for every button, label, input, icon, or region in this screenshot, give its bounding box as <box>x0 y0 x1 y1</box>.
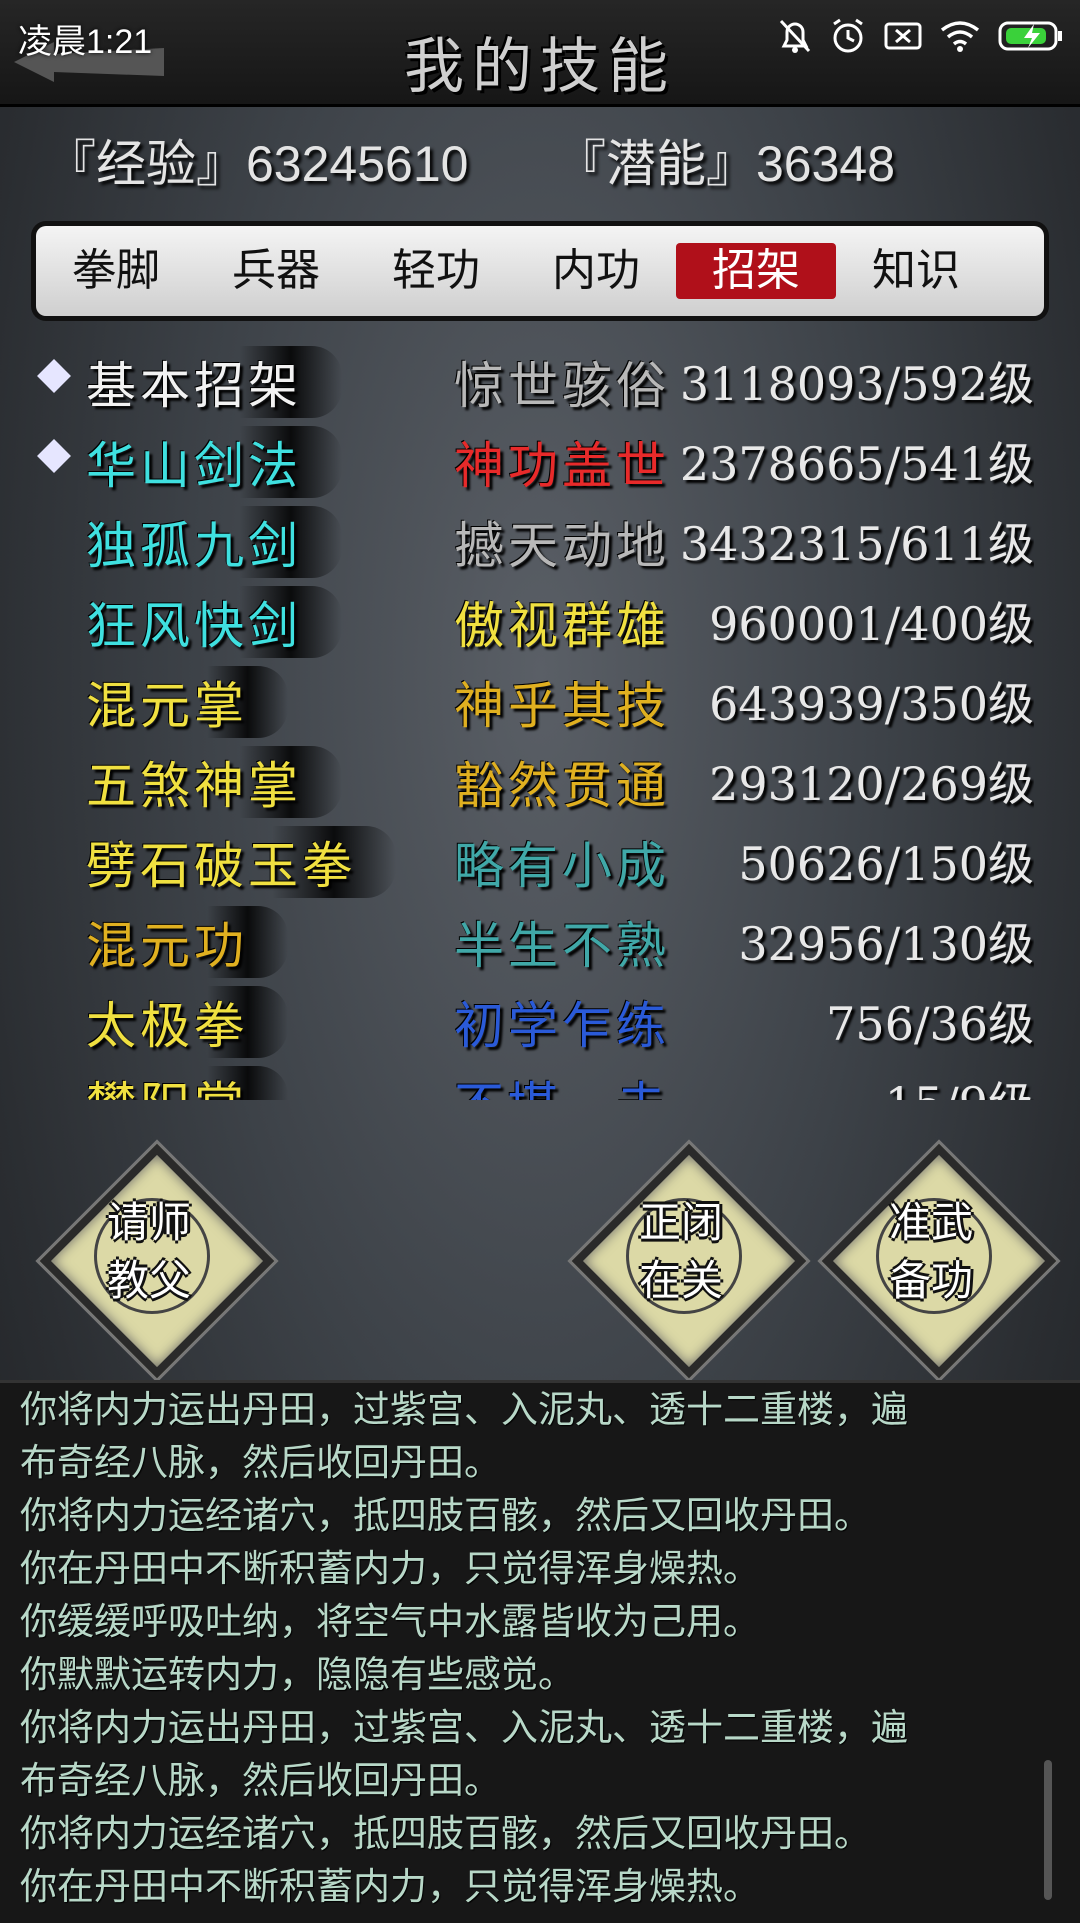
ask-teacher-label: 请师 教父 <box>106 1198 191 1305</box>
tab-fist[interactable]: 拳脚 <box>36 243 196 299</box>
skill-row[interactable]: 基本招架 惊世骇俗 3118093/592级 <box>34 340 1034 420</box>
skill-row[interactable]: 华山剑法 神功盖世 2378665/541级 <box>34 420 1034 500</box>
wifi-icon <box>940 21 980 52</box>
prepare-skill-button[interactable]: 准武 备功 <box>821 1143 1057 1379</box>
skill-level-name: 撼天动地 <box>454 517 670 575</box>
log-line: 你在丹田中不断积蓄内力，只觉得浑身燥热。 <box>20 1865 760 1908</box>
skill-progress: 50626/150级 <box>738 837 1034 891</box>
skill-progress: 15/9级 <box>885 1068 1034 1100</box>
skill-progress: 3118093/592级 <box>679 357 1034 411</box>
skill-row[interactable]: 混元掌 神乎其技 643939/350级 <box>34 660 1034 740</box>
battery-charging-icon <box>998 21 1062 51</box>
tab-parry[interactable]: 招架 <box>676 243 836 299</box>
ask-teacher-button[interactable]: 请师 教父 <box>39 1143 275 1379</box>
skill-category-tabs: 拳脚 兵器 轻功 内功 招架 知识 <box>36 226 1044 316</box>
tab-lightness[interactable]: 轻功 <box>356 243 516 299</box>
log-line: 你将内力运经诸穴，抵四肢百骸，然后又回收丹田。 <box>20 1494 871 1537</box>
skill-progress: 2378665/541级 <box>679 437 1034 491</box>
skill-name: 五煞神掌 <box>86 746 342 818</box>
skill-progress: 756/36级 <box>826 997 1034 1051</box>
no-sim-icon <box>884 22 922 50</box>
tab-weapon[interactable]: 兵器 <box>196 243 356 299</box>
skill-row[interactable]: 狂风快剑 傲视群雄 960001/400级 <box>34 580 1034 660</box>
skill-list[interactable]: 基本招架 惊世骇俗 3118093/592级华山剑法 神功盖世 2378665/541级… <box>34 340 1034 1100</box>
bell-muted-icon <box>779 19 811 53</box>
log-scrollbar[interactable] <box>1044 1760 1052 1900</box>
skill-level-name: 半生不熟 <box>454 917 670 975</box>
skill-level-name: 略有小成 <box>454 837 670 895</box>
status-icons <box>778 18 1064 54</box>
log-line: 你将内力运经诸穴，抵四肢百骸，然后又回收丹田。 <box>20 1812 871 1855</box>
experience-stat: 『经验』63245610 <box>46 136 469 192</box>
skill-name: 基本招架 <box>86 346 342 418</box>
skill-row[interactable]: 攀阳掌 不堪一击 15/9级 <box>34 1060 1034 1100</box>
alarm-icon <box>833 18 863 53</box>
skill-name: 混元掌 <box>86 666 288 738</box>
skill-level-name: 不堪一击 <box>454 1066 670 1100</box>
closed-practice-button[interactable]: 正闭 在关 <box>571 1143 807 1379</box>
log-line: 你默默运转内力，隐隐有些感觉。 <box>20 1653 575 1696</box>
message-log[interactable]: 你将内力运出丹田，过紫宫、入泥丸、透十二重楼，遍 布奇经八脉，然后收回丹田。你将内… <box>0 1380 1080 1923</box>
skill-name: 混元功 <box>86 906 288 978</box>
skill-level-name: 惊世骇俗 <box>454 357 670 415</box>
skill-name: 华山剑法 <box>86 426 342 498</box>
skill-name: 攀阳掌 <box>86 1066 288 1100</box>
skill-row[interactable]: 五煞神掌 豁然贯通 293120/269级 <box>34 740 1034 820</box>
skill-name: 狂风快剑 <box>86 586 342 658</box>
skill-level-name: 豁然贯通 <box>454 757 670 815</box>
skill-name: 太极拳 <box>86 986 288 1058</box>
skill-level-name: 神功盖世 <box>454 437 670 495</box>
enabled-diamond-icon <box>37 439 71 473</box>
skill-progress: 293120/269级 <box>709 757 1034 811</box>
log-line: 布奇经八脉，然后收回丹田。 <box>20 1441 501 1484</box>
skill-progress: 960001/400级 <box>709 597 1034 651</box>
skill-row[interactable]: 独孤九剑 撼天动地 3432315/611级 <box>34 500 1034 580</box>
enabled-diamond-icon <box>37 359 71 393</box>
potential-stat: 『潜能』36348 <box>556 136 896 192</box>
top-bar: 凌晨1:21 我的技能 <box>0 0 1080 107</box>
skill-progress: 3432315/611级 <box>679 517 1034 571</box>
skill-progress: 643939/350级 <box>709 677 1034 731</box>
log-line: 你将内力运出丹田，过紫宫、入泥丸、透十二重楼，遍 <box>20 1706 908 1749</box>
log-line: 你在丹田中不断积蓄内力，只觉得浑身燥热。 <box>20 1547 760 1590</box>
skill-row[interactable]: 劈石破玉拳 略有小成 50626/150级 <box>34 820 1034 900</box>
skill-name: 劈石破玉拳 <box>86 826 396 898</box>
tab-inner-force[interactable]: 内功 <box>516 243 676 299</box>
log-line: 你缓缓呼吸吐纳，将空气中水露皆收为己用。 <box>20 1600 760 1643</box>
log-line: 你将内力运出丹田，过紫宫、入泥丸、透十二重楼，遍 <box>20 1388 908 1431</box>
skill-level-name: 神乎其技 <box>454 677 670 735</box>
skill-level-name: 傲视群雄 <box>454 597 670 655</box>
closed-practice-label: 正闭 在关 <box>638 1198 723 1305</box>
skill-progress: 32956/130级 <box>738 917 1034 971</box>
prepare-skill-label: 准武 备功 <box>888 1198 973 1305</box>
tab-knowledge[interactable]: 知识 <box>836 243 996 299</box>
skill-row[interactable]: 太极拳 初学乍练 756/36级 <box>34 980 1034 1060</box>
skill-row[interactable]: 混元功 半生不熟 32956/130级 <box>34 900 1034 980</box>
skill-level-name: 初学乍练 <box>454 997 670 1055</box>
log-line: 布奇经八脉，然后收回丹田。 <box>20 1759 501 1802</box>
skill-name: 独孤九剑 <box>86 506 342 578</box>
